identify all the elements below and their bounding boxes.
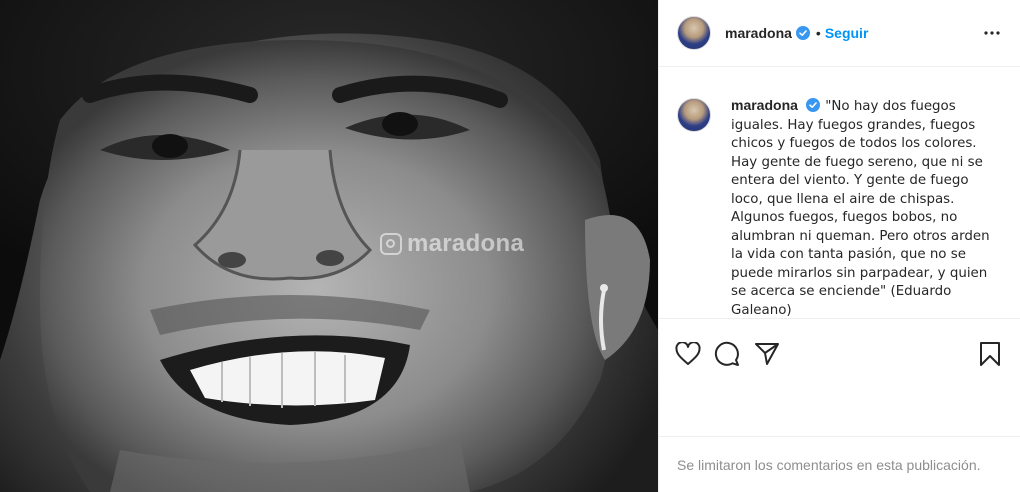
save-button[interactable]: [970, 338, 1010, 370]
verified-badge-icon: [795, 26, 810, 40]
bookmark-icon: [980, 342, 1000, 366]
post-photo[interactable]: maradona: [0, 0, 658, 492]
caption-avatar[interactable]: [677, 98, 711, 132]
comment-button[interactable]: [707, 338, 747, 370]
caption-text: "No hay dos fuegos iguales. Hay fuegos g…: [731, 99, 990, 318]
caption-username[interactable]: maradona: [731, 97, 798, 113]
separator-dot: •: [815, 25, 821, 41]
follow-button[interactable]: Seguir: [825, 25, 869, 41]
photo-watermark: maradona: [380, 230, 524, 258]
portrait-illustration: [0, 0, 658, 492]
caption-row: maradona "No hay dos fuegos iguales. Hay…: [677, 96, 1004, 318]
like-button[interactable]: [675, 338, 707, 370]
share-button[interactable]: [747, 338, 787, 370]
avatar[interactable]: [677, 16, 711, 50]
instagram-logo-icon: [380, 233, 402, 255]
watermark-text: maradona: [407, 230, 525, 257]
comments-area[interactable]: maradona "No hay dos fuegos iguales. Hay…: [659, 68, 1020, 318]
more-options-icon[interactable]: [980, 21, 1004, 45]
share-icon: [755, 343, 779, 365]
caption-text-block: maradona "No hay dos fuegos iguales. Hay…: [731, 96, 999, 318]
action-icon-row: [659, 319, 1020, 377]
comments-limited-text: Se limitaron los comentarios en esta pub…: [677, 456, 981, 473]
comment-icon: [714, 341, 739, 366]
comments-disabled-notice: Se limitaron los comentarios en esta pub…: [659, 436, 1020, 492]
post-side-panel: maradona • Seguir maradona "No hay dos f…: [658, 0, 1020, 492]
header-username[interactable]: maradona: [725, 25, 792, 41]
verified-badge-icon: [806, 98, 821, 112]
post-actions: [659, 318, 1020, 436]
heart-icon: [675, 342, 701, 365]
post-header: maradona • Seguir: [659, 0, 1020, 67]
